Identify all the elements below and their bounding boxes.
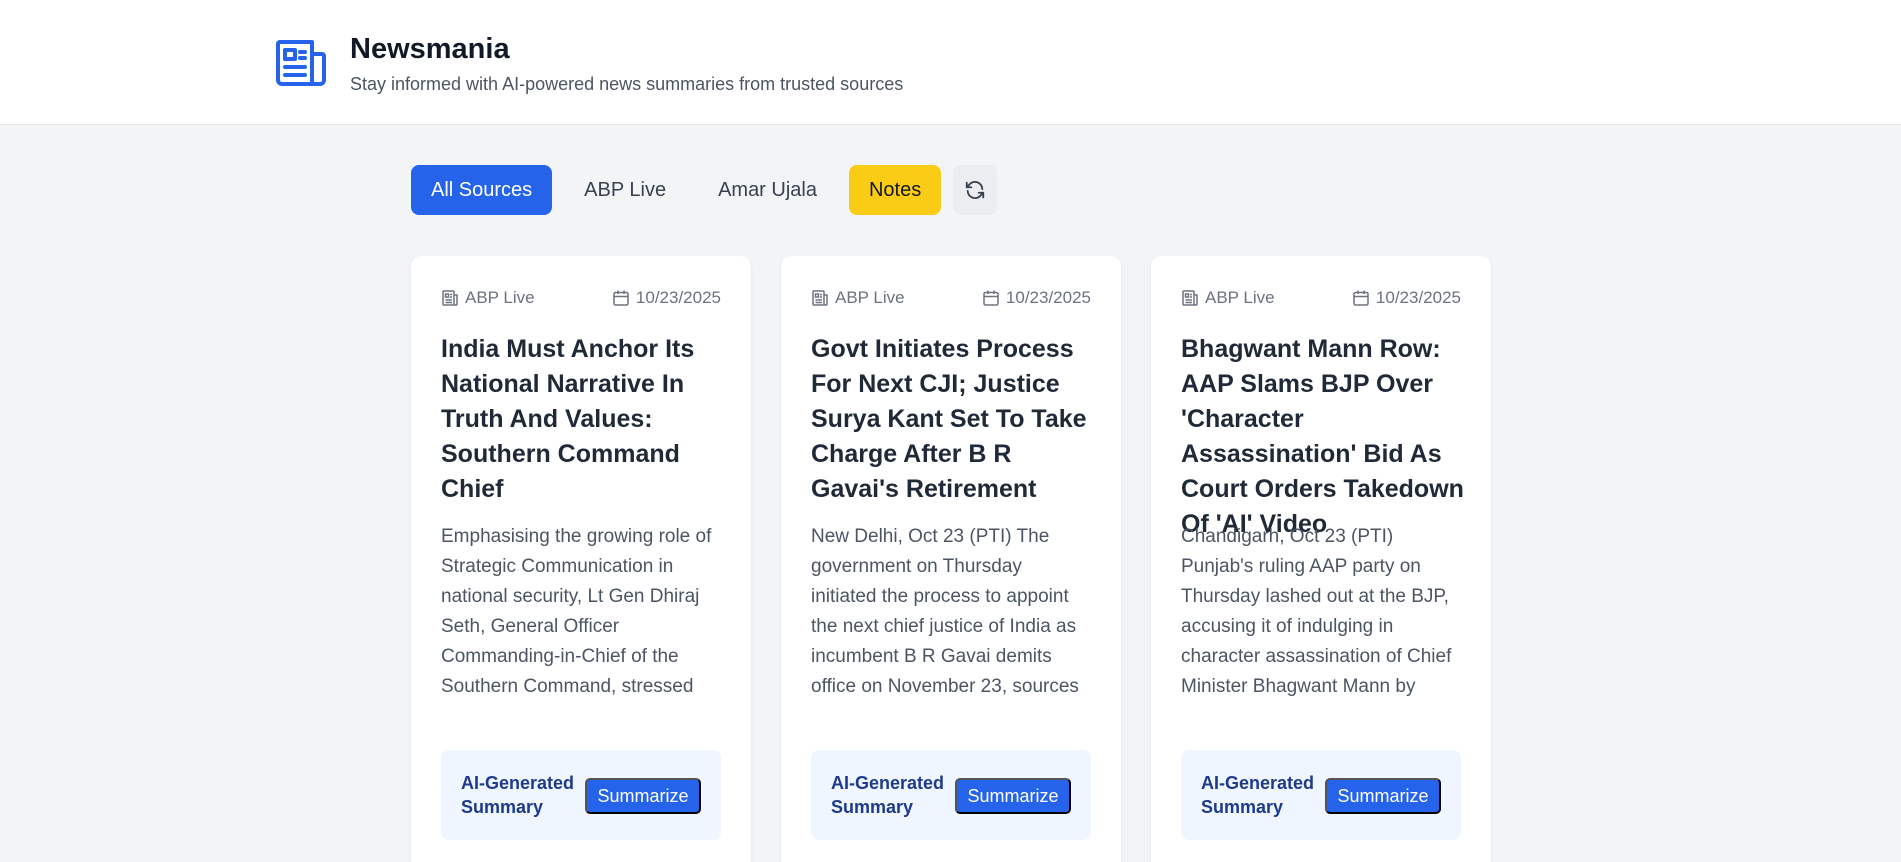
filter-amar-ujala-button[interactable]: Amar Ujala — [698, 165, 837, 215]
source-filters: All Sources ABP Live Amar Ujala Notes — [411, 165, 998, 215]
article-meta: ABP Live 10/23/2025 — [441, 288, 721, 308]
newspaper-icon — [442, 290, 458, 306]
summary-box: AI-Generated Summary Summarize — [1181, 750, 1461, 840]
app-title: Newsmania — [350, 33, 510, 65]
summarize-button[interactable]: Summarize — [1325, 778, 1441, 814]
filter-all-sources-button[interactable]: All Sources — [411, 165, 553, 215]
article-date: 10/23/2025 — [635, 288, 721, 307]
summary-label: AI-Generated Summary — [461, 773, 575, 817]
summary-box: AI-Generated Summary Summarize — [441, 750, 721, 840]
summarize-button[interactable]: Summarize — [955, 778, 1071, 814]
calendar-icon — [613, 290, 629, 306]
summary-label: AI-Generated Summary — [1201, 773, 1315, 817]
article-excerpt: Chandigarh, Oct 23 (PTI) Punjab's ruling… — [1181, 526, 1452, 697]
filter-abp-live-button[interactable]: ABP Live — [564, 165, 687, 215]
newspaper-icon — [812, 290, 828, 306]
refresh-icon — [966, 181, 985, 199]
article-title[interactable]: India Must Anchor Its National Narrative… — [441, 332, 729, 507]
summary-label: AI-Generated Summary — [831, 773, 945, 817]
article-date: 10/23/2025 — [1375, 288, 1461, 307]
summary-box: AI-Generated Summary Summarize — [811, 750, 1091, 840]
newspaper-icon — [276, 40, 326, 86]
refresh-button[interactable] — [953, 165, 998, 215]
notes-button[interactable]: Notes — [848, 165, 942, 215]
article-date: 10/23/2025 — [1005, 288, 1091, 307]
article-card[interactable]: ABP Live 10/23/2025 Govt Initiates Proce… — [781, 256, 1121, 862]
article-title[interactable]: Bhagwant Mann Row: AAP Slams BJP Over 'C… — [1181, 332, 1469, 542]
newspaper-icon — [1182, 290, 1198, 306]
article-source: ABP Live — [465, 288, 535, 307]
calendar-icon — [983, 290, 999, 306]
article-excerpt: New Delhi, Oct 23 (PTI) The government o… — [811, 526, 1079, 697]
article-meta: ABP Live 10/23/2025 — [811, 288, 1091, 308]
summarize-button[interactable]: Summarize — [585, 778, 701, 814]
app-subtitle: Stay informed with AI-powered news summa… — [350, 74, 904, 94]
article-title[interactable]: Govt Initiates Process For Next CJI; Jus… — [811, 332, 1099, 507]
article-source: ABP Live — [835, 288, 905, 307]
app-header: Newsmania Stay informed with AI-powered … — [0, 0, 1901, 125]
article-card[interactable]: ABP Live 10/23/2025 India Must Anchor It… — [411, 256, 751, 862]
article-excerpt: Emphasising the growing role of Strategi… — [441, 526, 712, 697]
article-source: ABP Live — [1205, 288, 1275, 307]
article-meta: ABP Live 10/23/2025 — [1181, 288, 1461, 308]
article-card[interactable]: ABP Live 10/23/2025 Bhagwant Mann Row: A… — [1151, 256, 1491, 862]
calendar-icon — [1353, 290, 1369, 306]
